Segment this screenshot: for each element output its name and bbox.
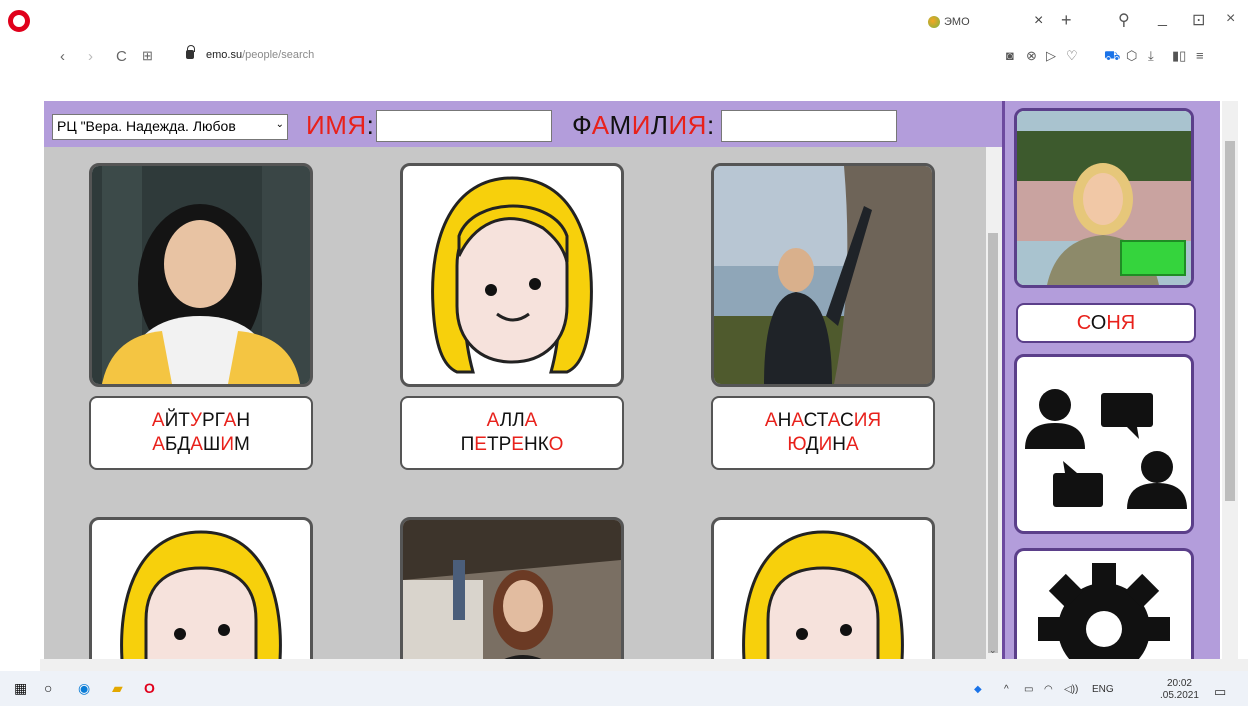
- tab-close-button[interactable]: ×: [1034, 12, 1043, 30]
- grid-scrollbar[interactable]: ⌄: [986, 147, 1002, 659]
- surname-input[interactable]: [721, 110, 897, 142]
- network-status-icon[interactable]: ◆: [974, 684, 982, 695]
- person-name-2[interactable]: АЛЛА ПЕТРЕНКО: [400, 396, 624, 470]
- people-chat-icon: [1025, 389, 1187, 509]
- edge-icon[interactable]: ◉: [78, 680, 90, 697]
- profile-photo[interactable]: [1014, 108, 1194, 288]
- wifi-icon[interactable]: ◠: [1044, 684, 1053, 695]
- first-name: АНАСТАСИЯ: [764, 410, 882, 431]
- person-card-5[interactable]: [400, 517, 624, 659]
- person-name-3[interactable]: АНАСТАСИЯ ЮДИНА: [711, 396, 935, 470]
- person-card-4[interactable]: [89, 517, 313, 659]
- chevron-down-icon: ⌄: [275, 119, 284, 130]
- horizontal-scrollbar[interactable]: [40, 659, 1248, 671]
- forward-button[interactable]: ›: [88, 48, 93, 65]
- volume-icon[interactable]: ◁)): [1064, 684, 1078, 695]
- page-scrollbar[interactable]: [1222, 101, 1238, 659]
- site-favicon-icon: [928, 16, 940, 28]
- opera-taskbar-icon[interactable]: O: [144, 680, 155, 696]
- url-field[interactable]: emo.su/people/search: [206, 49, 314, 61]
- search-icon[interactable]: ○: [44, 680, 52, 696]
- minimize-button[interactable]: _: [1158, 10, 1167, 28]
- cart-icon[interactable]: ⛟: [1104, 48, 1120, 66]
- girl-pictogram-icon: [742, 530, 904, 659]
- tray-expand-icon[interactable]: ^: [1004, 684, 1009, 695]
- send-icon[interactable]: ▷: [1046, 48, 1056, 64]
- first-name: АЛЛА: [486, 410, 538, 431]
- last-name: АБДАШИМ: [152, 434, 250, 455]
- windows-start-icon[interactable]: ▦: [14, 680, 27, 697]
- person-card-2[interactable]: [400, 163, 624, 387]
- girl-pictogram-icon: [431, 176, 593, 374]
- person-photo-3: [714, 166, 932, 384]
- new-tab-button[interactable]: +: [1061, 10, 1072, 31]
- url-domain: emo.su: [206, 49, 243, 61]
- battery-tray-icon[interactable]: ▭: [1024, 684, 1033, 695]
- center-select-value: РЦ "Вера. Надежда. Любов: [57, 118, 236, 134]
- cube-icon[interactable]: ⬡: [1126, 48, 1137, 64]
- clock-date: .05.2021: [1160, 690, 1199, 701]
- gear-icon: [1038, 563, 1170, 659]
- menu-icon[interactable]: ≡: [1196, 48, 1204, 63]
- battery-icon[interactable]: ▮▯: [1172, 48, 1186, 64]
- first-name: АЙТУРГАН: [151, 410, 251, 431]
- name-label: ИМЯ:: [306, 110, 375, 140]
- url-path: /people/search: [242, 49, 315, 61]
- surname-label: ФАМИЛИЯ:: [572, 110, 715, 140]
- person-card-1[interactable]: [89, 163, 313, 387]
- profile-name[interactable]: СОНЯ: [1016, 303, 1196, 343]
- people-chat-button[interactable]: [1014, 354, 1194, 534]
- clock-time: 20:02: [1166, 678, 1192, 689]
- person-photo-5: [403, 520, 621, 659]
- girl-pictogram-icon: [120, 530, 282, 659]
- person-card-6[interactable]: [711, 517, 935, 659]
- lock-icon: [186, 45, 195, 59]
- close-window-button[interactable]: ×: [1226, 10, 1235, 28]
- reload-button[interactable]: C: [116, 48, 127, 65]
- grid-row-2: [44, 506, 986, 659]
- person-photo-1: [92, 166, 310, 384]
- back-button[interactable]: ‹: [60, 48, 65, 65]
- browser-tab[interactable]: ЭМО: [928, 12, 1048, 32]
- tab-title: ЭМО: [944, 16, 970, 28]
- last-name: ЮДИНА: [787, 434, 859, 455]
- maximize-button[interactable]: ⊡: [1192, 10, 1205, 30]
- heart-icon[interactable]: ♡: [1066, 48, 1078, 64]
- file-explorer-icon[interactable]: ▰: [112, 680, 123, 697]
- tab-search-button[interactable]: ⚲: [1118, 10, 1130, 30]
- speed-dial-button[interactable]: ⊞: [142, 48, 153, 64]
- center-select[interactable]: РЦ "Вера. Надежда. Любов ⌄: [52, 114, 288, 140]
- download-icon[interactable]: ⤓: [1148, 48, 1154, 64]
- person-name-1[interactable]: АЙТУРГАН АБДАШИМ: [89, 396, 313, 470]
- opera-logo-icon[interactable]: [8, 10, 30, 32]
- clock[interactable]: 20:02 .05.2021: [1160, 678, 1199, 702]
- snapshot-icon[interactable]: ◙: [1006, 48, 1014, 63]
- language-indicator[interactable]: ENG: [1092, 684, 1114, 695]
- last-name: ПЕТРЕНКО: [460, 434, 564, 455]
- settings-button[interactable]: [1014, 548, 1194, 659]
- notification-icon[interactable]: ▭: [1214, 684, 1226, 700]
- adblock-icon[interactable]: ⊗: [1026, 48, 1037, 64]
- person-card-3[interactable]: [711, 163, 935, 387]
- taskbar: [0, 671, 1248, 706]
- name-input[interactable]: [376, 110, 552, 142]
